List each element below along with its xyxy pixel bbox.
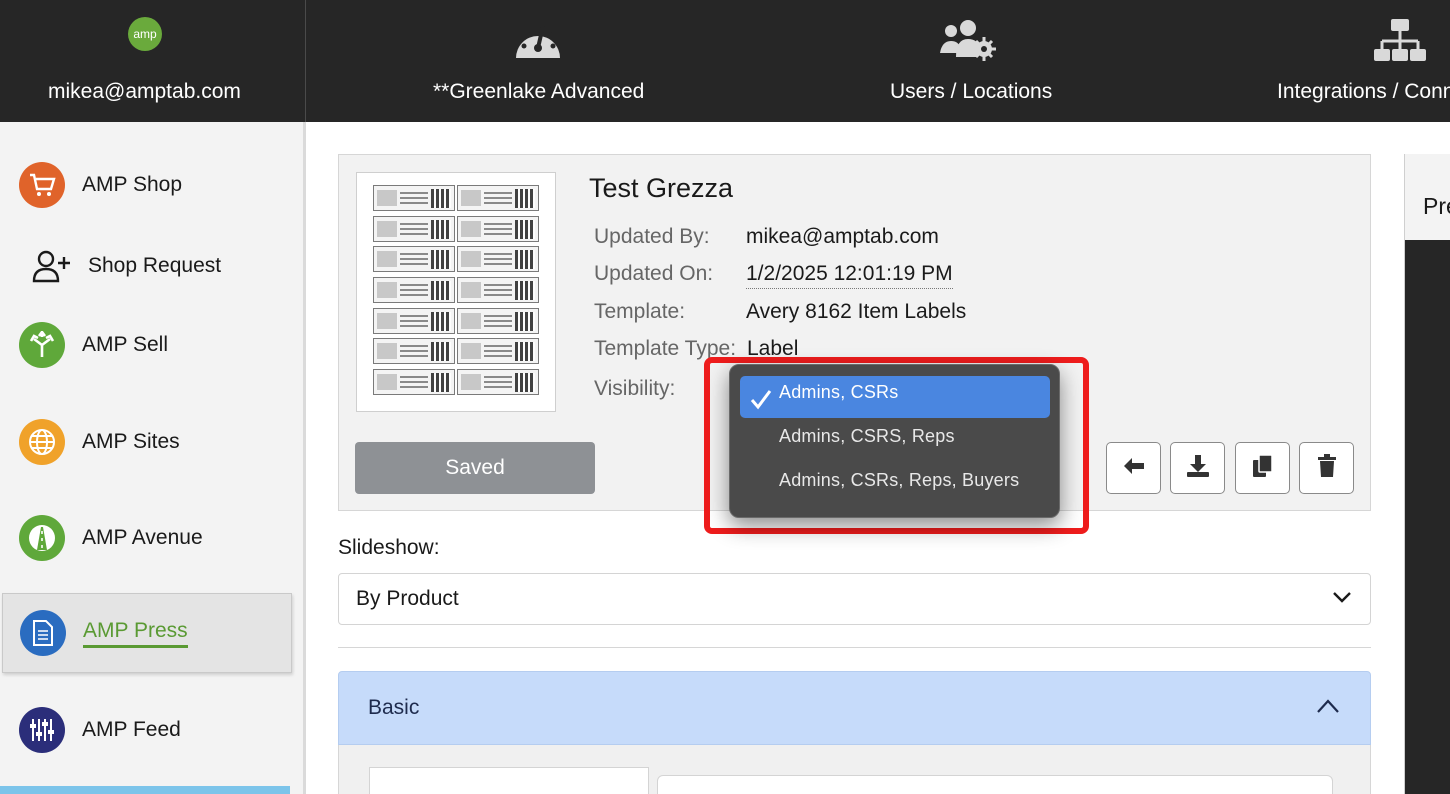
nav-label: Integrations / Conn (1277, 80, 1450, 103)
label-sheet-preview (373, 185, 539, 396)
back-button[interactable] (1106, 442, 1161, 494)
users-gear-icon (938, 16, 998, 64)
label-cell (457, 277, 539, 304)
sidebar-item-label: AMP Press (83, 619, 188, 648)
label-cell (457, 369, 539, 396)
field-key: Updated On: (594, 262, 714, 285)
user-plus-icon (31, 243, 73, 289)
label-cell (457, 185, 539, 211)
gauge-icon (511, 16, 565, 64)
arrows-split-icon (19, 322, 65, 368)
download-icon (1186, 454, 1210, 483)
nav-users-locations[interactable]: Users / Locations (768, 0, 1170, 122)
label-cell (373, 338, 455, 365)
sidebar-item-partial[interactable] (0, 786, 290, 794)
road-icon (19, 515, 65, 561)
slideshow-selected-value: By Product (356, 587, 459, 610)
sidebar-item-label: AMP Shop (82, 173, 183, 196)
saved-button[interactable]: Saved (355, 442, 595, 494)
sidebar-item-label: AMP Sites (82, 430, 180, 453)
sidebar: AMP Shop Shop Request AMP Sell AMP Sites… (0, 122, 306, 794)
sidebar-item-amp-shop[interactable]: AMP Shop (0, 145, 290, 225)
template-thumbnail (356, 172, 556, 412)
sidebar-item-amp-sites[interactable]: AMP Sites (0, 402, 290, 482)
chevron-down-icon (1332, 590, 1352, 609)
option-label: Admins, CSRS, Reps (779, 426, 955, 446)
cart-icon (19, 162, 65, 208)
top-navigation: amp mikea@amptab.com **Greenlake Advance… (0, 0, 1450, 122)
sidebar-item-label: AMP Feed (82, 718, 181, 741)
label-cell (373, 185, 455, 211)
visibility-option[interactable]: Admins, CSRS, Reps (740, 420, 1050, 462)
globe-icon (19, 419, 65, 465)
label-cell (457, 338, 539, 365)
option-label: Admins, CSRs (779, 382, 899, 402)
amp-logo-icon: amp (0, 16, 290, 64)
sidebar-item-amp-feed[interactable]: AMP Feed (0, 690, 290, 770)
basic-accordion-header[interactable]: Basic (338, 671, 1371, 745)
copy-button[interactable] (1235, 442, 1290, 494)
basic-accordion-body (338, 745, 1371, 794)
sidebar-item-amp-avenue[interactable]: AMP Avenue (0, 498, 290, 578)
preview-panel: Pre (1404, 154, 1450, 794)
network-icon (1372, 16, 1428, 64)
preview-panel-header: Pre (1405, 154, 1450, 240)
label-cell (457, 307, 539, 334)
template-title: Test Grezza (589, 173, 734, 203)
divider (338, 647, 1371, 648)
nav-integrations[interactable]: Integrations / Conn (1240, 0, 1450, 122)
delete-button[interactable] (1299, 442, 1354, 494)
nav-label: **Greenlake Advanced (433, 80, 645, 103)
label-cell (373, 307, 455, 334)
field-key: Template: (594, 300, 686, 323)
label-cell (457, 246, 539, 273)
field-value: mikea@amptab.com (746, 225, 939, 248)
accordion-title: Basic (368, 696, 420, 719)
label-cell (373, 215, 455, 242)
preview-panel-title: Pre (1423, 193, 1450, 219)
field-value: 1/2/2025 12:01:19 PM (746, 262, 953, 289)
sidebar-item-amp-sell[interactable]: AMP Sell (0, 305, 290, 385)
visibility-option[interactable]: Admins, CSRs, Reps, Buyers (740, 464, 1050, 506)
sidebar-item-label: Shop Request (88, 254, 222, 277)
nav-greenlake-advanced[interactable]: **Greenlake Advanced (306, 0, 768, 122)
trash-icon (1317, 453, 1337, 483)
slideshow-select[interactable]: By Product (338, 573, 1371, 625)
visibility-dropdown-menu: Admins, CSRs Admins, CSRS, Reps Admins, … (729, 364, 1060, 518)
label-cell (373, 369, 455, 396)
visibility-option[interactable]: Admins, CSRs (740, 376, 1050, 418)
label-cell (373, 246, 455, 273)
account-menu[interactable]: amp mikea@amptab.com (0, 0, 306, 122)
field-key: Visibility: (594, 377, 676, 400)
sliders-icon (19, 707, 65, 753)
field-label-cell (369, 767, 649, 794)
sidebar-item-label: AMP Avenue (82, 526, 203, 549)
chevron-up-icon (1316, 698, 1340, 719)
label-cell (373, 277, 455, 304)
account-email: mikea@amptab.com (48, 80, 241, 103)
sidebar-item-shop-request[interactable]: Shop Request (0, 226, 290, 306)
checkmark-icon (750, 388, 772, 415)
field-key: Updated By: (594, 225, 710, 248)
sidebar-item-label: AMP Sell (82, 333, 168, 356)
sidebar-item-amp-press[interactable]: AMP Press (2, 593, 292, 673)
option-label: Admins, CSRs, Reps, Buyers (779, 470, 1020, 490)
copy-icon (1252, 453, 1274, 483)
document-icon (20, 610, 66, 656)
nav-label: Users / Locations (890, 80, 1053, 103)
field-value: Avery 8162 Item Labels (746, 300, 967, 323)
download-button[interactable] (1170, 442, 1225, 494)
field-input[interactable] (657, 775, 1333, 794)
back-arrow-icon (1123, 457, 1145, 480)
label-cell (457, 215, 539, 242)
slideshow-label: Slideshow: (338, 536, 440, 559)
